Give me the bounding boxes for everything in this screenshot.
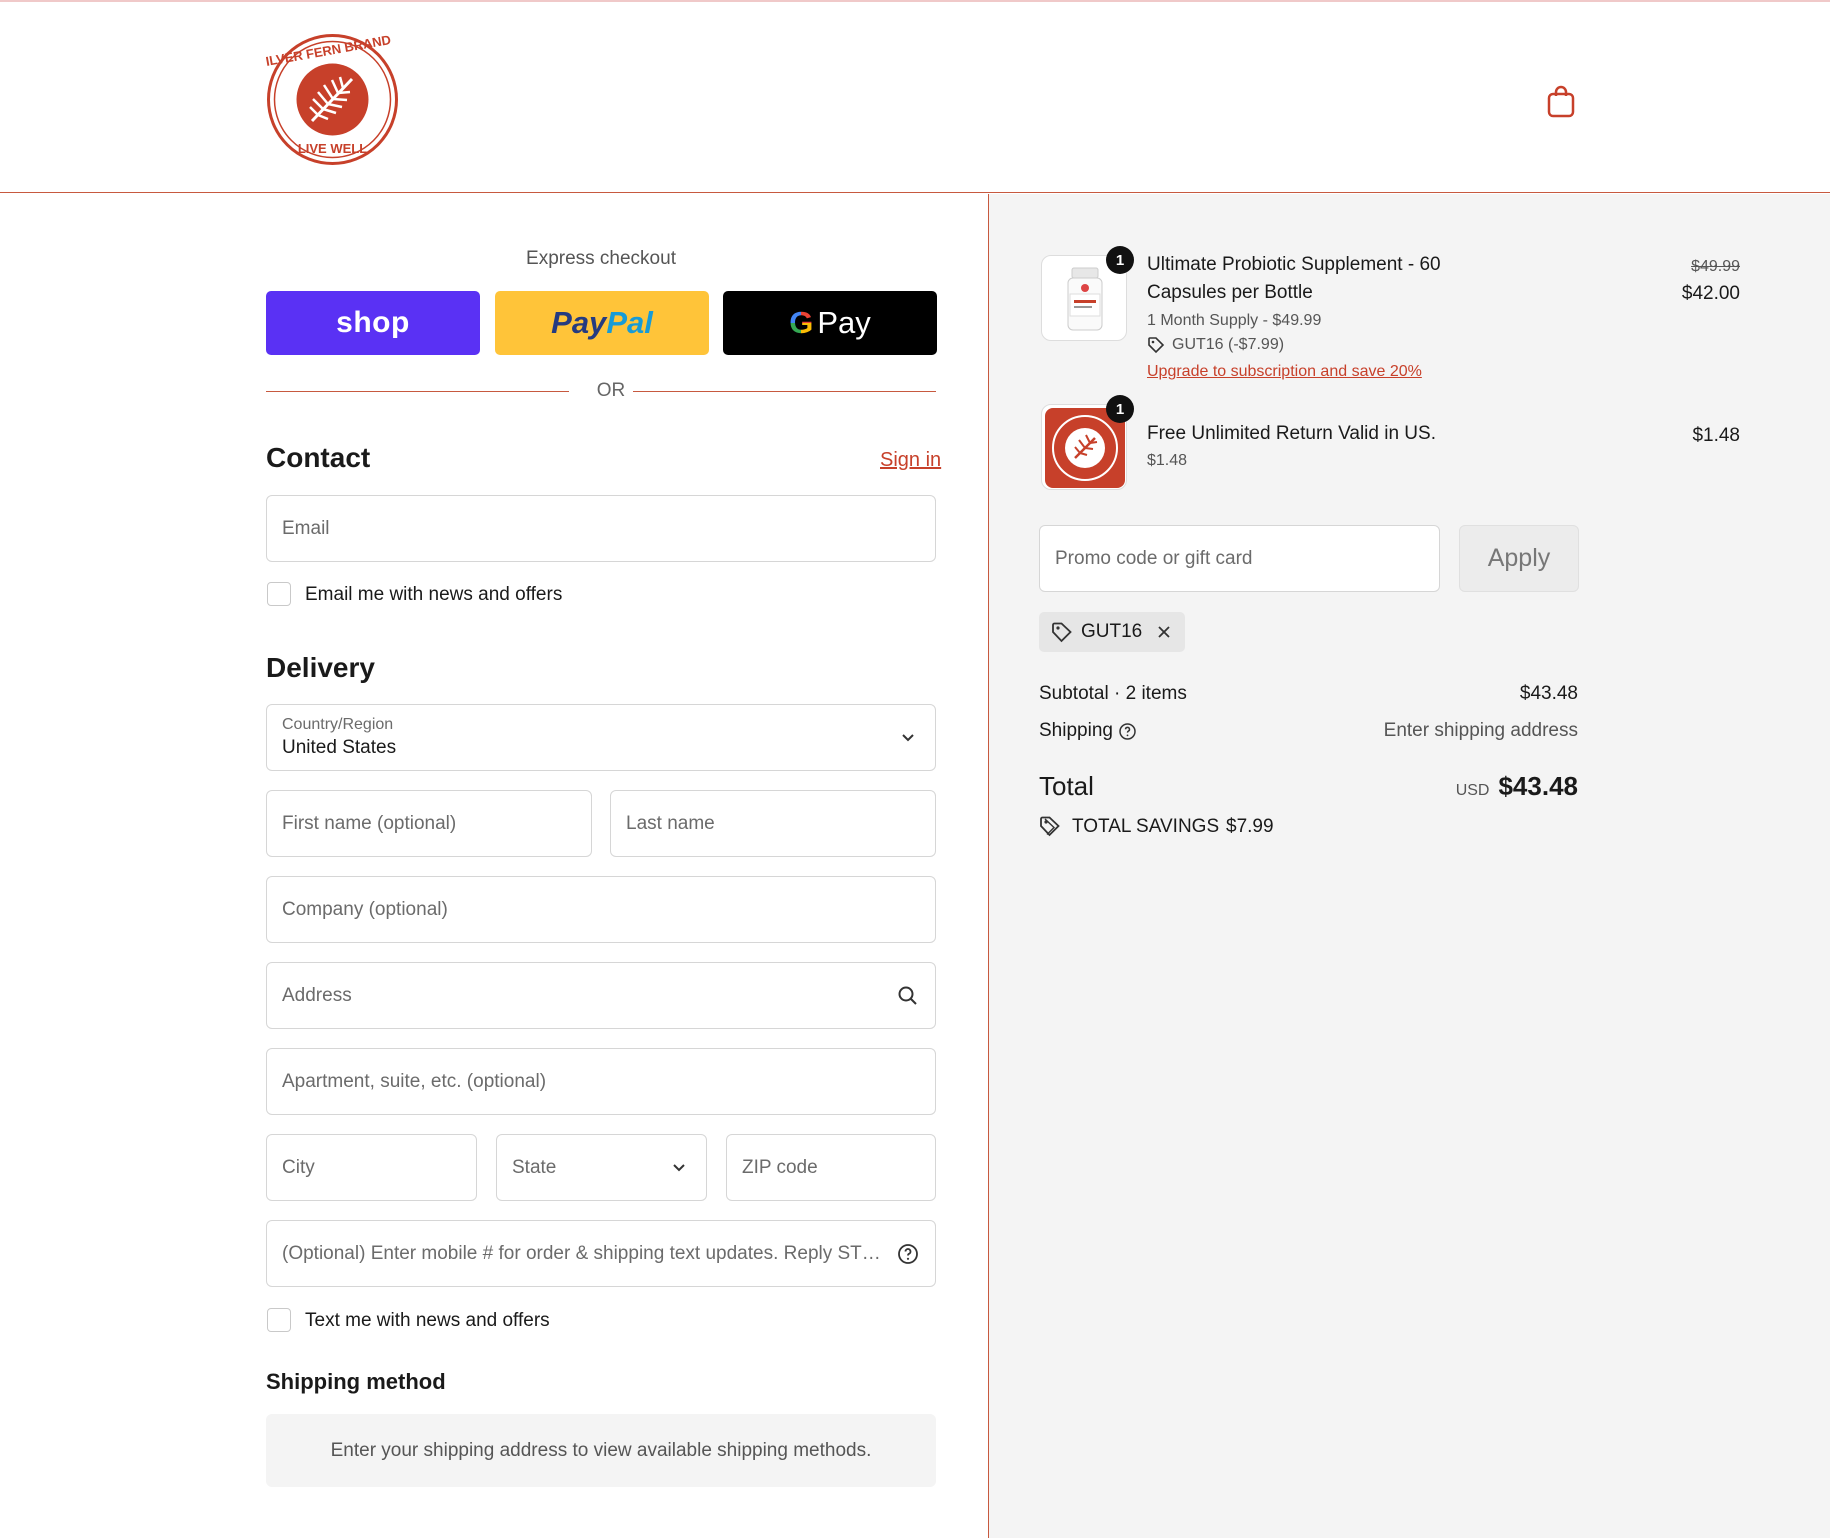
item-name-line2: Capsules per Bottle xyxy=(1147,282,1313,303)
phone-placeholder: (Optional) Enter mobile # for order & sh… xyxy=(282,1242,881,1264)
apartment-placeholder: Apartment, suite, etc. (optional) xyxy=(282,1070,547,1092)
shipping-method-title: Shipping method xyxy=(266,1369,446,1394)
state-placeholder: State xyxy=(512,1156,557,1178)
address-field[interactable]: Address xyxy=(266,962,936,1029)
company-field[interactable]: Company (optional) xyxy=(266,876,936,943)
total-value: $43.48 xyxy=(1498,771,1578,801)
total-savings-value: $7.99 xyxy=(1226,816,1274,837)
svg-text:LIVE WELL: LIVE WELL xyxy=(298,141,367,156)
product-thumbnail-return: 1 xyxy=(1041,395,1134,490)
contact-title: Contact xyxy=(266,442,371,473)
paypal-label-pal: Pal xyxy=(606,305,653,340)
google-pay-button[interactable]: G Pay xyxy=(723,291,937,355)
chevron-down-icon xyxy=(673,1163,685,1171)
item-original-price: $49.99 xyxy=(1691,258,1740,275)
applied-discount-chip: GUT16 xyxy=(1039,612,1185,652)
tag-icon xyxy=(1052,622,1072,643)
total-amount: USD $43.48 xyxy=(1456,771,1578,802)
last-name-field[interactable]: Last name xyxy=(610,790,936,857)
paypal-button[interactable]: Pay Pal xyxy=(495,291,709,355)
company-placeholder: Company (optional) xyxy=(282,898,448,920)
item-name-line1: Ultimate Probiotic Supplement - 60 xyxy=(1147,254,1441,275)
chevron-down-icon xyxy=(902,733,914,741)
shop-pay-button[interactable]: shop xyxy=(266,291,480,355)
sign-in-link[interactable]: Sign in xyxy=(880,449,941,472)
shipping-method-info-text: Enter your shipping address to view avai… xyxy=(330,1439,872,1461)
google-pay-label: Pay xyxy=(817,305,871,340)
email-field[interactable]: Email xyxy=(266,495,936,562)
zip-field[interactable]: ZIP code xyxy=(726,1134,936,1201)
email-news-checkbox[interactable] xyxy=(267,582,291,606)
product-thumbnail-probiotic: 1 xyxy=(1041,246,1134,341)
zip-placeholder: ZIP code xyxy=(742,1156,818,1178)
quantity-badge: 1 xyxy=(1106,395,1134,423)
total-label: Total xyxy=(1039,771,1094,801)
text-news-label: Text me with news and offers xyxy=(305,1310,550,1331)
express-checkout-title: Express checkout xyxy=(526,248,676,269)
quantity-badge: 1 xyxy=(1106,246,1134,274)
state-select[interactable]: State xyxy=(496,1134,707,1201)
country-label: Country/Region xyxy=(282,716,394,733)
last-name-placeholder: Last name xyxy=(626,812,715,834)
shop-pay-label: shop xyxy=(336,306,410,339)
address-placeholder: Address xyxy=(282,984,352,1006)
subtotal-label: Subtotal · 2 items xyxy=(1039,683,1187,704)
tag-icon xyxy=(1148,337,1165,354)
help-circle-icon[interactable] xyxy=(1118,722,1137,741)
divider-left xyxy=(266,391,569,392)
item-variant: 1 Month Supply - $49.99 xyxy=(1147,312,1322,329)
currency-code: USD xyxy=(1455,782,1490,799)
promo-code-placeholder: Promo code or gift card xyxy=(1055,547,1253,569)
divider-right xyxy=(633,391,936,392)
apartment-field[interactable]: Apartment, suite, etc. (optional) xyxy=(266,1048,936,1115)
order-summary-column: 1 Ultimate Probiotic Supplement - 60 Cap… xyxy=(988,194,1830,1538)
subtotal-value: $43.48 xyxy=(1519,683,1578,704)
email-news-label: Email me with news and offers xyxy=(305,584,563,605)
savings-tag-icon xyxy=(1040,816,1060,837)
help-circle-icon[interactable] xyxy=(897,1243,919,1265)
delivery-title: Delivery xyxy=(266,652,375,683)
applied-code-label: GUT16 xyxy=(1081,621,1143,642)
item-sub-price: $1.48 xyxy=(1147,452,1188,469)
item-name: Free Unlimited Return Valid in US. xyxy=(1147,423,1436,444)
search-icon xyxy=(898,986,917,1005)
shipping-method-info: Enter your shipping address to view avai… xyxy=(266,1414,936,1487)
item-price: $1.48 xyxy=(1692,425,1740,446)
country-select[interactable]: Country/Region United States xyxy=(266,704,936,771)
google-g-icon: G xyxy=(789,305,814,340)
text-news-checkbox[interactable] xyxy=(267,1308,291,1332)
total-savings-label: TOTAL SAVINGS xyxy=(1072,816,1220,837)
shopping-bag-icon[interactable] xyxy=(1546,84,1576,118)
promo-code-field[interactable]: Promo code or gift card xyxy=(1039,525,1440,592)
checkout-form-column: Express checkout shop Pay Pal G Pay OR Con… xyxy=(0,194,988,1538)
email-placeholder: Email xyxy=(282,517,330,539)
first-name-placeholder: First name (optional) xyxy=(282,812,457,834)
country-value: United States xyxy=(282,737,397,758)
phone-field[interactable]: (Optional) Enter mobile # for order & sh… xyxy=(266,1220,936,1287)
upgrade-subscription-link[interactable]: Upgrade to subscription and save 20% xyxy=(1147,363,1422,381)
silver-fern-logo[interactable]: SILVER FERN BRAND LIVE WELL xyxy=(266,33,399,166)
shipping-label: Shipping xyxy=(1039,720,1113,741)
item-price: $42.00 xyxy=(1681,283,1740,304)
site-header: SILVER FERN BRAND LIVE WELL xyxy=(0,0,1830,193)
item-discount: GUT16 (-$7.99) xyxy=(1172,336,1285,353)
city-field[interactable]: City xyxy=(266,1134,477,1201)
first-name-field[interactable]: First name (optional) xyxy=(266,790,592,857)
apply-button[interactable]: Apply xyxy=(1459,525,1579,592)
shipping-value: Enter shipping address xyxy=(1383,720,1578,741)
paypal-label-pay: Pay xyxy=(551,305,607,340)
remove-code-icon[interactable] xyxy=(1156,624,1172,640)
city-placeholder: City xyxy=(282,1156,315,1178)
